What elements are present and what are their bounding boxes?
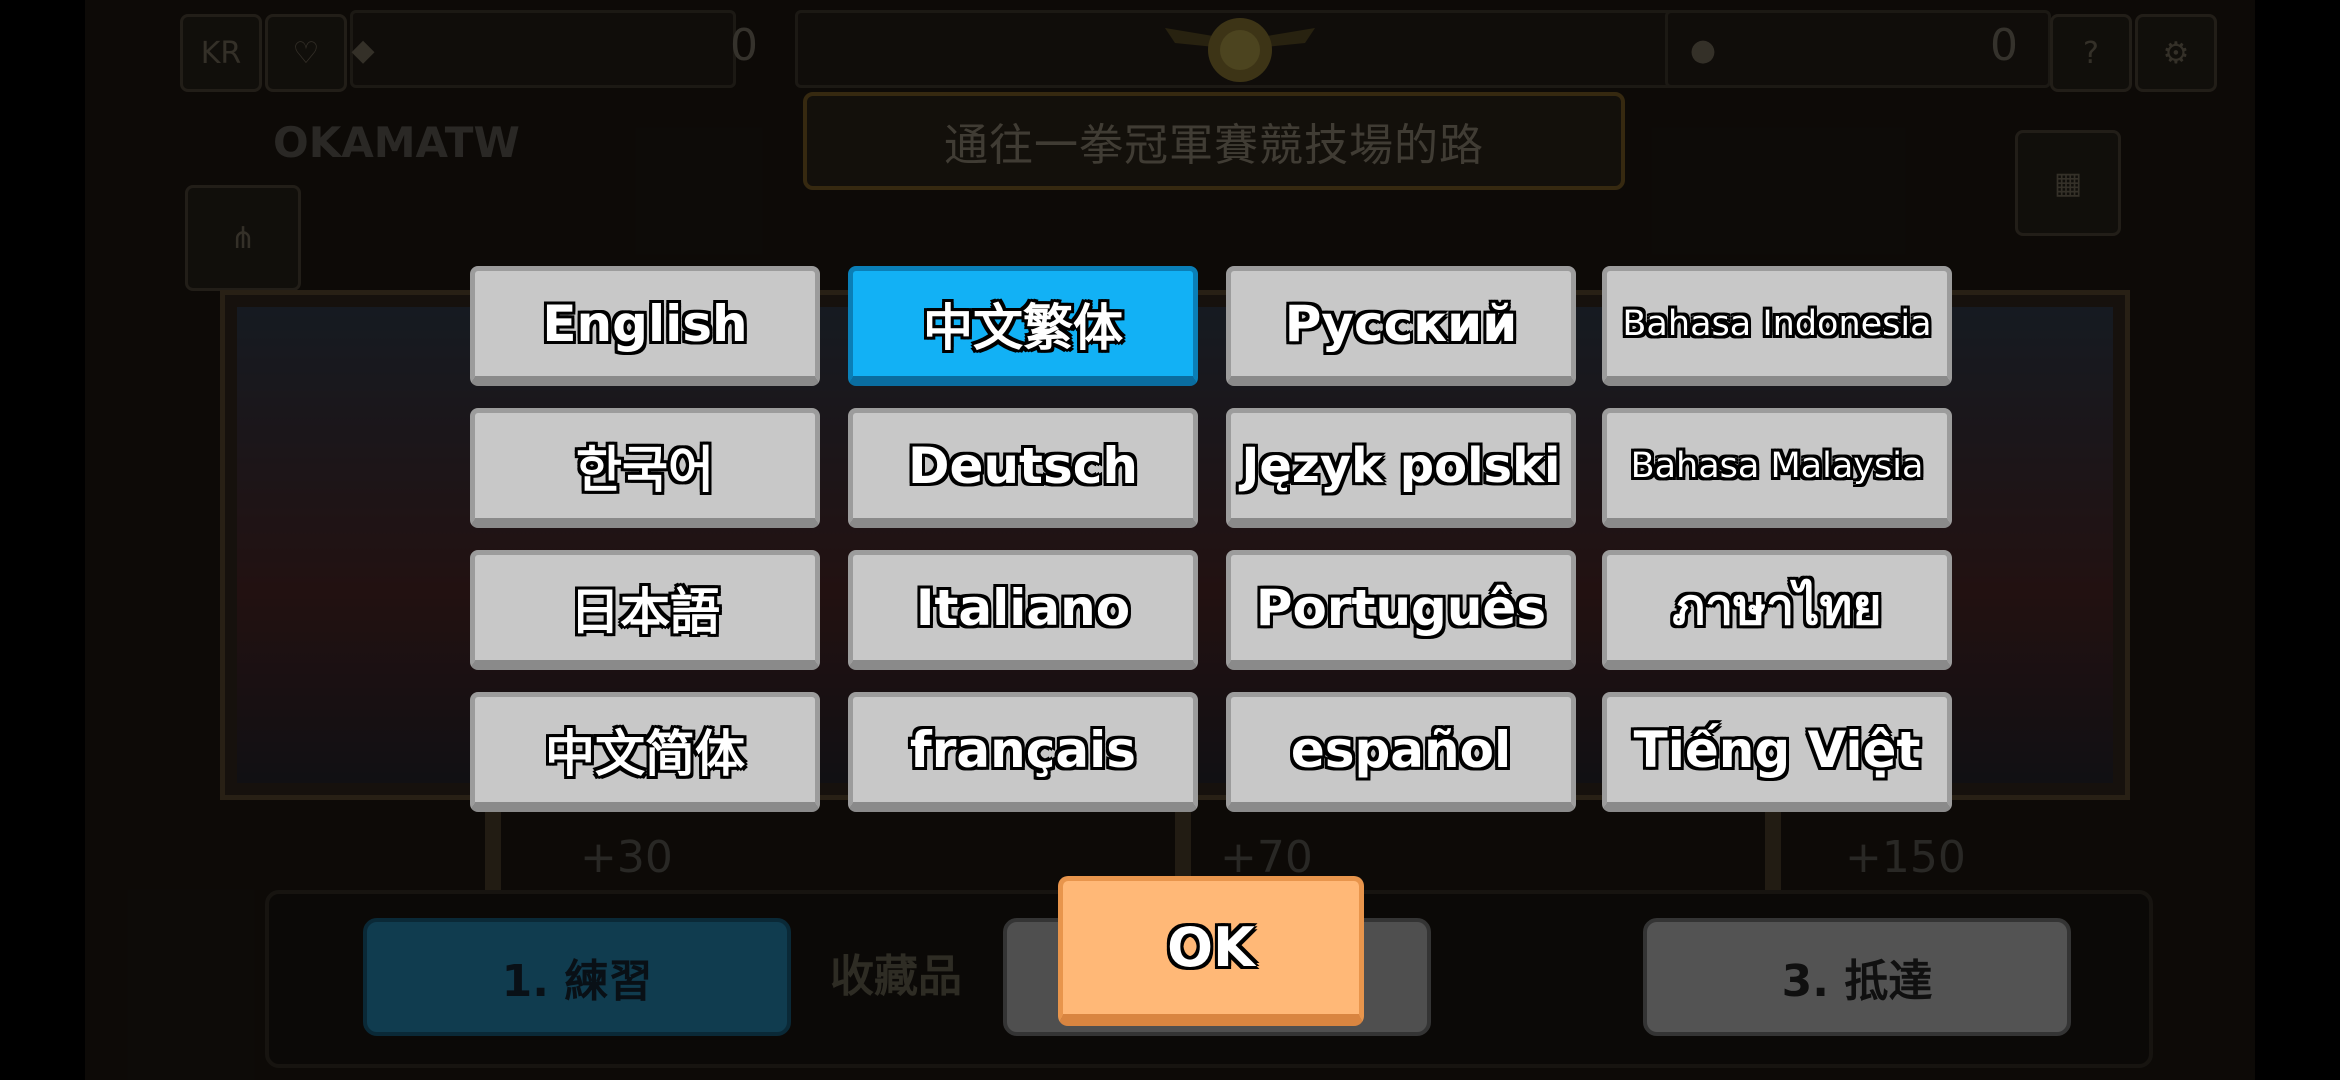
reward-label: +30 — [580, 832, 673, 883]
language-option-english[interactable]: English — [470, 266, 820, 386]
collection-label[interactable]: 收藏品 — [830, 940, 962, 1004]
gem-icon: ◆ — [351, 32, 375, 68]
gem-counter-box — [350, 10, 736, 88]
trophy-icon — [1165, 18, 1315, 82]
language-option-polish[interactable]: Język polski — [1226, 408, 1576, 528]
language-option-thai[interactable]: ภาษาไทย — [1602, 550, 1952, 670]
stage-title-banner: 通往一拳冠軍賽競技場的路 — [803, 92, 1625, 190]
language-option-japanese[interactable]: 日本語 — [470, 550, 820, 670]
stage-3-button[interactable]: 3. 抵達 — [1643, 918, 2071, 1036]
language-option-portuguese[interactable]: Português — [1226, 550, 1576, 670]
language-option-vietnamese[interactable]: Tiếng Việt — [1602, 692, 1952, 812]
language-option-italian[interactable]: Italiano — [848, 550, 1198, 670]
stage-1-button[interactable]: 1. 練習 — [363, 918, 791, 1036]
reward-label: +150 — [1845, 832, 1966, 883]
language-option-indonesian[interactable]: Bahasa Indonesia — [1602, 266, 1952, 386]
language-option-spanish[interactable]: español — [1226, 692, 1576, 812]
language-option-traditional-chinese[interactable]: 中文繁体 — [848, 266, 1198, 386]
ok-button[interactable]: OK — [1058, 876, 1364, 1026]
language-icon[interactable]: KR — [180, 14, 262, 92]
share-icon[interactable]: ⋔ — [185, 185, 301, 291]
settings-gear-icon[interactable]: ⚙ — [2135, 14, 2217, 92]
coin-count: 0 — [1990, 20, 2018, 71]
language-option-simplified-chinese[interactable]: 中文简体 — [470, 692, 820, 812]
help-icon[interactable]: ? — [2050, 14, 2132, 92]
coin-icon: ● — [1689, 32, 1717, 68]
language-option-russian[interactable]: Русский — [1226, 266, 1576, 386]
language-option-french[interactable]: français — [848, 692, 1198, 812]
player-name: OKAMATW — [273, 118, 520, 167]
language-option-korean[interactable]: 한국어 — [470, 408, 820, 528]
language-option-german[interactable]: Deutsch — [848, 408, 1198, 528]
gem-count: 0 — [730, 20, 758, 71]
map-icon[interactable]: ▦ — [2015, 130, 2121, 236]
language-grid: English 中文繁体 Русский Bahasa Indonesia 한국… — [470, 266, 1952, 814]
language-option-malay[interactable]: Bahasa Malaysia — [1602, 408, 1952, 528]
